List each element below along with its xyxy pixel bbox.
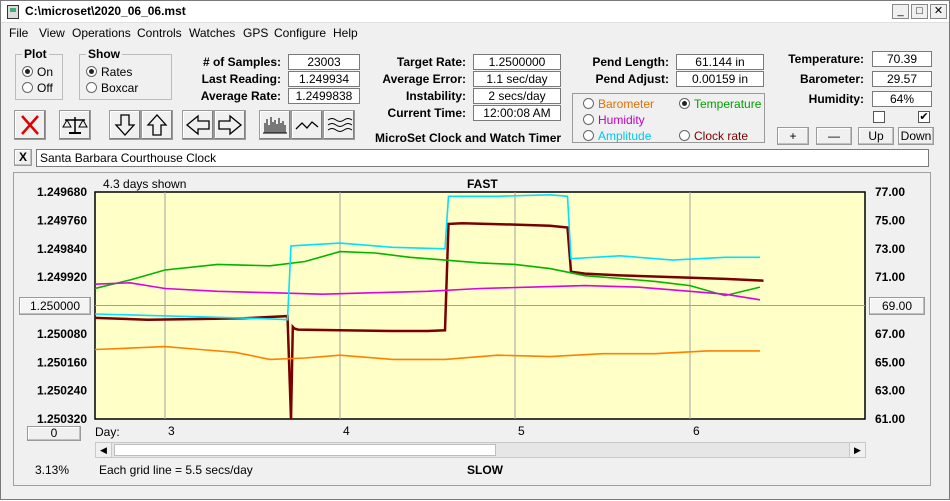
left-axis-tick-label: 1.249840 [37, 242, 87, 256]
horizontal-scrollbar[interactable]: ◀ ▶ [95, 442, 866, 458]
right-axis-tick-label: 75.00 [875, 213, 905, 227]
left-axis-tick-label: 1.249680 [37, 185, 87, 199]
right-axis-tick-label: 61.00 [875, 412, 905, 426]
right-axis-tick-label: 67.00 [875, 327, 905, 341]
day-tick-label: 4 [343, 424, 350, 438]
rate-chart: 1.249680 1.249760 1.249840 1.249920 1.250080… [37, 185, 905, 438]
right-axis-tick-label: 63.00 [875, 384, 905, 398]
day-axis-label: Day: [95, 425, 120, 439]
scroll-left-arrow-icon[interactable]: ◀ [96, 443, 112, 457]
day-tick-label: 6 [693, 424, 700, 438]
left-axis-tick-label: 1.250320 [37, 412, 87, 426]
day-tick-label: 5 [518, 424, 525, 438]
slow-label: SLOW [467, 463, 503, 477]
grid-note-label: Each grid line = 5.5 secs/day [99, 463, 253, 477]
left-axis-tick-label: 1.249920 [37, 270, 87, 284]
app-window: C:\microset\2020_06_06.mst _ □ ✕ File Vi… [0, 0, 950, 500]
left-axis-tick-label: 1.250160 [37, 355, 87, 369]
reference-rate-button[interactable]: 1.250000 [19, 297, 91, 315]
percent-label: 3.13% [35, 463, 70, 477]
zero-button[interactable]: 0 [27, 426, 81, 441]
reference-temp-button[interactable]: 69.00 [869, 297, 925, 315]
right-axis-tick-label: 65.00 [875, 355, 905, 369]
right-axis-tick-label: 73.00 [875, 242, 905, 256]
left-axis-tick-label: 1.250080 [37, 327, 87, 341]
left-axis-tick-label: 1.250240 [37, 384, 87, 398]
scrollbar-thumb[interactable] [114, 444, 496, 456]
day-tick-label: 3 [168, 424, 175, 438]
left-axis-tick-label: 1.249760 [37, 213, 87, 227]
right-axis-tick-label: 77.00 [875, 185, 905, 199]
right-axis-tick-label: 71.00 [875, 270, 905, 284]
scroll-right-arrow-icon[interactable]: ▶ [849, 443, 865, 457]
